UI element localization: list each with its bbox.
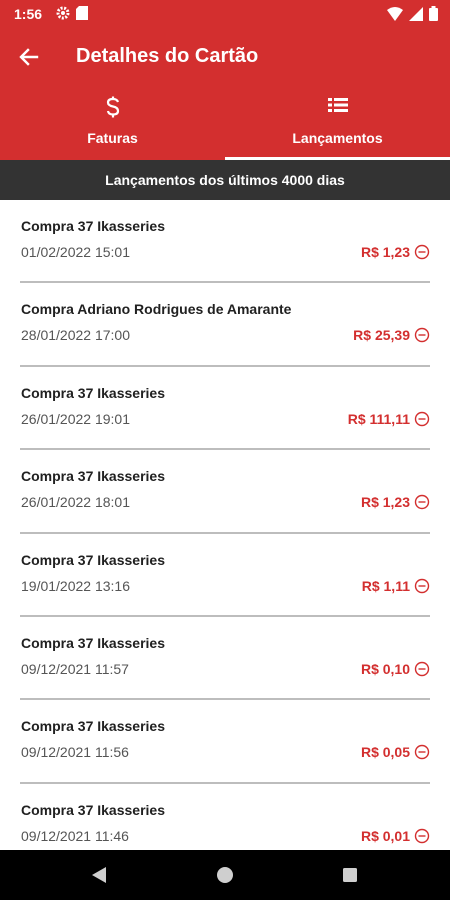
transaction-datetime: 28/01/2022 17:00 xyxy=(21,327,130,344)
minus-circle-icon xyxy=(414,578,430,593)
transaction-datetime: 09/12/2021 11:56 xyxy=(21,744,129,761)
minus-circle-icon xyxy=(414,828,430,843)
status-time: 1:56 xyxy=(14,6,43,22)
period-subheader: Lançamentos dos últimos 4000 dias xyxy=(0,160,450,200)
transaction-amount: R$ 1,23 xyxy=(360,244,410,260)
nav-back-button[interactable] xyxy=(89,865,109,885)
minus-circle-icon xyxy=(414,244,430,260)
circle-home-icon xyxy=(217,867,233,883)
status-bar: 1:56 xyxy=(0,0,450,28)
page-title: Detalhes do Cartão xyxy=(76,45,259,67)
back-button[interactable] xyxy=(14,42,44,72)
transaction-datetime: 26/01/2022 18:01 xyxy=(21,494,130,511)
square-recents-icon xyxy=(343,868,357,882)
list-item[interactable]: Compra 37 Ikasseries 09/12/2021 11:56 R$… xyxy=(20,700,430,784)
transaction-amount: R$ 25,39 xyxy=(353,327,410,344)
transaction-amount: R$ 0,01 xyxy=(360,827,410,844)
minus-circle-icon xyxy=(414,411,430,426)
sim-card-icon xyxy=(76,6,88,20)
transaction-amount: R$ 1,23 xyxy=(360,494,410,511)
nav-recents-button[interactable] xyxy=(340,865,360,885)
dollar-icon xyxy=(106,96,119,118)
signal-icon xyxy=(409,6,423,21)
minus-circle-icon xyxy=(414,328,430,343)
transaction-description: Compra 37 Ikasseries xyxy=(21,718,165,735)
list-item[interactable]: Compra 37 Ikasseries 26/01/2022 19:01 R$… xyxy=(20,367,430,451)
tab-faturas-label: Faturas xyxy=(87,130,138,146)
transaction-amount: R$ 0,05 xyxy=(360,744,410,761)
nav-home-button[interactable] xyxy=(215,865,235,885)
minus-circle-icon xyxy=(414,661,430,677)
app-bar: Detalhes do Cartão xyxy=(0,28,450,86)
battery-icon xyxy=(429,6,438,21)
arrow-left-icon xyxy=(19,48,39,66)
transaction-description: Compra Adriano Rodrigues de Amarante xyxy=(21,301,292,318)
system-nav-bar xyxy=(0,850,450,900)
transaction-amount: R$ 0,10 xyxy=(360,660,410,677)
wifi-icon xyxy=(387,6,403,21)
list-item[interactable]: Compra 37 Ikasseries 26/01/2022 18:01 R$… xyxy=(20,450,430,534)
list-item[interactable]: Compra 37 Ikasseries 01/02/2022 15:01 R$… xyxy=(20,200,430,284)
transaction-datetime: 09/12/2021 11:46 xyxy=(21,827,129,844)
list-item[interactable]: Compra 37 Ikasseries 09/12/2021 11:57 R$… xyxy=(20,617,430,701)
list-item[interactable]: Compra 37 Ikasseries 09/12/2021 11:46 R$… xyxy=(20,784,430,850)
transaction-description: Compra 37 Ikasseries xyxy=(21,551,165,568)
transaction-description: Compra 37 Ikasseries xyxy=(21,218,165,234)
list-item[interactable]: Compra 37 Ikasseries 19/01/2022 13:16 R$… xyxy=(20,534,430,617)
transaction-description: Compra 37 Ikasseries xyxy=(21,634,165,651)
list-item[interactable]: Compra Adriano Rodrigues de Amarante 28/… xyxy=(20,283,430,367)
transaction-datetime: 26/01/2022 19:01 xyxy=(21,410,130,427)
tab-faturas[interactable]: Faturas xyxy=(0,86,225,160)
transaction-description: Compra 37 Ikasseries xyxy=(21,384,165,401)
transaction-description: Compra 37 Ikasseries xyxy=(21,801,165,818)
transaction-description: Compra 37 Ikasseries xyxy=(21,468,165,485)
settings-icon xyxy=(56,6,70,20)
tab-bar: Faturas Lançamentos xyxy=(0,86,450,160)
transaction-amount: R$ 111,11 xyxy=(347,410,410,427)
minus-circle-icon xyxy=(414,494,430,510)
tab-lancamentos-label: Lançamentos xyxy=(292,130,383,146)
transaction-amount: R$ 1,11 xyxy=(361,577,410,594)
transaction-datetime: 19/01/2022 13:16 xyxy=(21,577,130,594)
tab-lancamentos[interactable]: Lançamentos xyxy=(225,86,450,160)
transaction-datetime: 09/12/2021 11:57 xyxy=(21,660,129,677)
minus-circle-icon xyxy=(414,745,430,760)
transactions-list[interactable]: Compra 37 Ikasseries 01/02/2022 15:01 R$… xyxy=(0,200,450,850)
triangle-back-icon xyxy=(92,867,106,883)
list-icon xyxy=(327,98,348,112)
transaction-datetime: 01/02/2022 15:01 xyxy=(21,244,130,260)
